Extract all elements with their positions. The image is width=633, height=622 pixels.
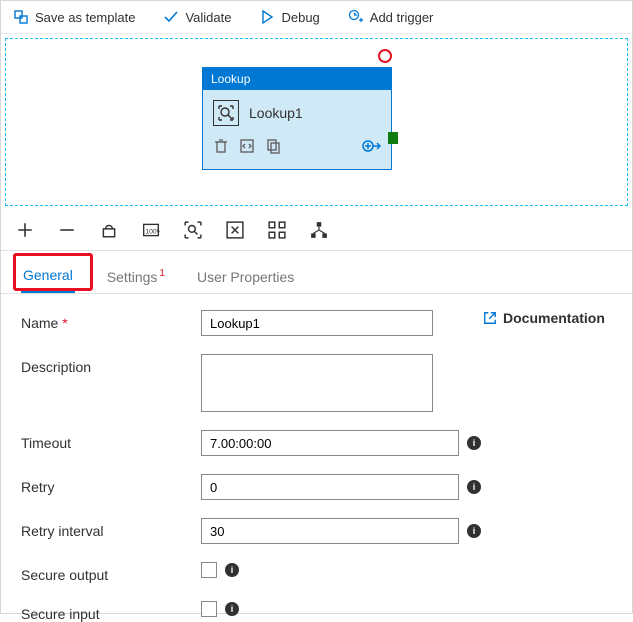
tab-settings-label: Settings bbox=[107, 269, 158, 285]
canvas-edit-toolbar: 100% bbox=[1, 210, 632, 251]
save-template-icon bbox=[13, 9, 29, 25]
activity-footer bbox=[203, 130, 391, 169]
timeout-label: Timeout bbox=[21, 430, 201, 451]
zoom-out-button[interactable] bbox=[57, 220, 77, 240]
documentation-link[interactable]: Documentation bbox=[483, 310, 605, 326]
activity-name: Lookup1 bbox=[249, 105, 303, 121]
tab-user-properties-label: User Properties bbox=[197, 269, 294, 285]
save-as-template-label: Save as template bbox=[35, 10, 135, 25]
retry-input[interactable] bbox=[201, 474, 459, 500]
secure-input-checkbox[interactable] bbox=[201, 601, 217, 617]
timeout-info-icon[interactable]: i bbox=[467, 436, 481, 450]
debug-label: Debug bbox=[281, 10, 319, 25]
secure-output-checkbox[interactable] bbox=[201, 562, 217, 578]
validate-label: Validate bbox=[185, 10, 231, 25]
name-label: Name * bbox=[21, 310, 201, 331]
layout-toggle-button[interactable] bbox=[267, 220, 287, 240]
documentation-label: Documentation bbox=[503, 310, 605, 326]
svg-text:100%: 100% bbox=[145, 228, 160, 235]
code-activity-button[interactable] bbox=[239, 138, 255, 157]
tabs-container: General Settings1 User Properties bbox=[1, 251, 632, 294]
pipeline-canvas[interactable]: Lookup Lookup1 bbox=[5, 38, 628, 206]
trigger-icon bbox=[348, 9, 364, 25]
top-toolbar: Save as template Validate Debug Add trig… bbox=[1, 1, 632, 34]
add-trigger-label: Add trigger bbox=[370, 10, 434, 25]
activity-status-indicator bbox=[378, 49, 392, 63]
play-icon bbox=[259, 9, 275, 25]
lookup-icon bbox=[213, 100, 239, 126]
tab-settings[interactable]: Settings1 bbox=[105, 259, 165, 293]
retry-info-icon[interactable]: i bbox=[467, 480, 481, 494]
timeout-input[interactable] bbox=[201, 430, 459, 456]
secure-input-label: Secure input bbox=[21, 601, 201, 622]
validate-button[interactable]: Validate bbox=[163, 9, 231, 25]
retry-label: Retry bbox=[21, 474, 201, 495]
activity-body: Lookup1 bbox=[203, 90, 391, 130]
copy-activity-button[interactable] bbox=[265, 138, 281, 157]
name-input[interactable] bbox=[201, 310, 433, 336]
tab-general[interactable]: General bbox=[21, 257, 75, 293]
external-link-icon bbox=[483, 311, 497, 325]
settings-badge: 1 bbox=[159, 268, 165, 279]
retry-interval-info-icon[interactable]: i bbox=[467, 524, 481, 538]
debug-button[interactable]: Debug bbox=[259, 9, 319, 25]
hierarchy-button[interactable] bbox=[309, 220, 329, 240]
description-label: Description bbox=[21, 354, 201, 375]
retry-interval-label: Retry interval bbox=[21, 518, 201, 539]
secure-output-label: Secure output bbox=[21, 562, 201, 583]
auto-align-button[interactable] bbox=[225, 220, 245, 240]
success-connector[interactable] bbox=[388, 132, 398, 144]
zoom-fit-button[interactable] bbox=[183, 220, 203, 240]
zoom-in-button[interactable] bbox=[15, 220, 35, 240]
property-tabs: General Settings1 User Properties bbox=[1, 257, 632, 294]
save-as-template-button[interactable]: Save as template bbox=[13, 9, 135, 25]
delete-activity-button[interactable] bbox=[213, 138, 229, 157]
tab-general-label: General bbox=[23, 267, 73, 283]
general-form: Name * Documentation Description Timeout… bbox=[1, 294, 632, 622]
activity-type-label: Lookup bbox=[203, 68, 391, 90]
tab-user-properties[interactable]: User Properties bbox=[195, 259, 296, 293]
secure-output-info-icon[interactable]: i bbox=[225, 563, 239, 577]
lock-button[interactable] bbox=[99, 220, 119, 240]
description-input[interactable] bbox=[201, 354, 433, 412]
add-next-activity-button[interactable] bbox=[361, 136, 381, 159]
check-icon bbox=[163, 9, 179, 25]
lookup-activity-node[interactable]: Lookup Lookup1 bbox=[202, 67, 392, 170]
zoom-reset-button[interactable]: 100% bbox=[141, 220, 161, 240]
add-trigger-button[interactable]: Add trigger bbox=[348, 9, 434, 25]
retry-interval-input[interactable] bbox=[201, 518, 459, 544]
